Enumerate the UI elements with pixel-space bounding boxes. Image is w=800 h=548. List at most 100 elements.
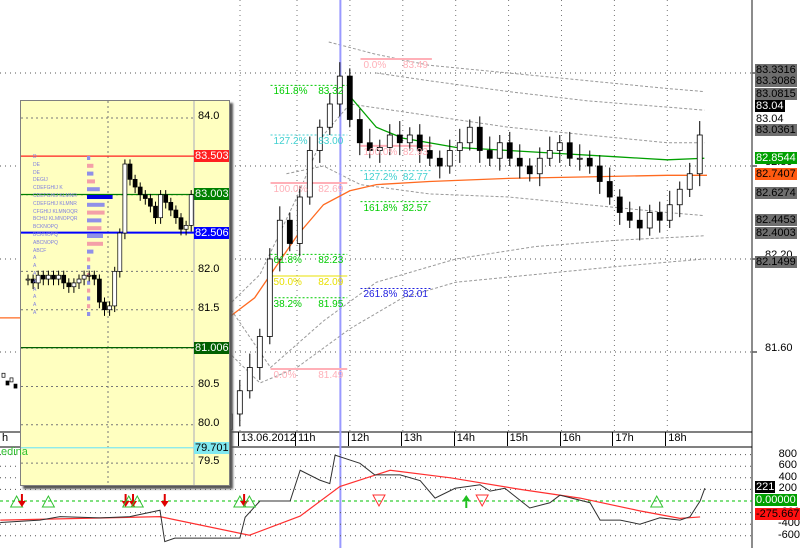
- candle-body: [676, 188, 683, 206]
- inset-candle-body: [168, 202, 174, 211]
- inset-candle-body: [137, 186, 143, 196]
- fib-level-price: 82.01: [402, 289, 428, 301]
- fib-level-price: 83.00: [318, 136, 344, 147]
- market-profile-bar: [87, 280, 91, 285]
- fib-level-percent: 38.2%: [273, 298, 302, 310]
- market-profile-row: ABCF: [33, 247, 47, 254]
- market-profile-bar: [87, 296, 91, 301]
- inset-candle-body: [76, 278, 82, 284]
- inset-candle-body: [112, 271, 118, 307]
- time-axis-label: 13.06.2012: [237, 432, 296, 446]
- candle-body: [5, 380, 10, 386]
- candle-body: [656, 212, 663, 221]
- market-profile-row: A: [33, 286, 37, 293]
- inset-candle-body: [81, 274, 87, 280]
- inset-candle-body: [142, 194, 148, 199]
- time-axis-label: h: [2, 432, 9, 444]
- fib-level-price: 83.49: [402, 60, 428, 72]
- candle-body: [556, 142, 563, 151]
- market-profile-bar: [87, 312, 91, 316]
- indicator-axis-label: 800: [778, 447, 797, 460]
- candle-body: [686, 173, 693, 190]
- fib-level-percent: 61.8%: [273, 255, 302, 267]
- price-tag: 82.6274: [755, 187, 797, 199]
- candle-body: [606, 181, 613, 198]
- inset-chart-window[interactable]: 84.0 82.0 81.5 80.5 80.0 79.5 83.503 83.003 82.5…: [20, 100, 230, 486]
- market-profile-row: A: [33, 310, 37, 316]
- candle-body: [396, 134, 403, 144]
- candle-body: [536, 157, 543, 175]
- time-axis-label: 17h: [612, 432, 634, 446]
- fib-level-percent: 100.0%: [273, 184, 308, 196]
- fib-level-percent: 127.2%: [273, 136, 308, 147]
- fib-level-percent: 0.0%: [273, 370, 297, 382]
- candle-body: [526, 165, 533, 175]
- market-profile-row: A: [33, 294, 37, 301]
- indicator-value-tag: -275.667: [755, 508, 800, 520]
- down-arrow-icon: [160, 494, 169, 507]
- candle-body: [626, 212, 633, 221]
- candle-body: [666, 204, 673, 221]
- inset-candle-body: [35, 274, 41, 284]
- candle-body: [386, 134, 393, 148]
- candle-body: [616, 196, 623, 213]
- time-axis-label: 15h: [506, 432, 528, 446]
- inset-candle-body: [25, 278, 31, 281]
- fib-level-price: 82.69: [318, 184, 344, 196]
- inset-level-tag: 83.003: [194, 188, 229, 201]
- indicator-axis-label: 600: [778, 459, 797, 472]
- inset-candle-body: [188, 194, 194, 226]
- fib-level-percent: 100.0%: [363, 146, 398, 158]
- envelope-band: [376, 72, 705, 111]
- inset-candle-body: [40, 274, 46, 280]
- inset-level-tag: 83.503: [194, 150, 229, 163]
- inset-candle-body: [117, 232, 123, 272]
- price-tag: 82.1499: [755, 256, 797, 268]
- market-profile-bar: [87, 257, 91, 262]
- candle-body: [286, 219, 293, 244]
- candle-body: [326, 103, 333, 128]
- market-profile-row: A: [33, 302, 37, 309]
- market-profile-row: A: [33, 278, 37, 285]
- price-tag: 82.4453: [755, 214, 797, 226]
- inset-candle-body: [183, 225, 189, 230]
- fib-level-price: 82.57: [402, 202, 428, 214]
- candle-body: [546, 150, 553, 159]
- fib-level-price: 81.49: [318, 370, 344, 382]
- fib-level-percent: 50.0%: [273, 277, 302, 289]
- inset-level-tag: 81.006: [194, 341, 229, 354]
- candle-body: [406, 134, 413, 144]
- market-profile-row: DEGIJ: [33, 177, 48, 184]
- market-profile-row: A: [33, 271, 37, 277]
- candle-body: [456, 142, 463, 151]
- inset-axis-label: 80.5: [198, 378, 220, 391]
- fib-level-price: 82.23: [318, 255, 344, 267]
- market-profile-bar: [87, 234, 103, 238]
- time-axis-label: 12h: [347, 432, 369, 446]
- fib-level-percent: 0.0%: [363, 60, 387, 72]
- inset-candle-body: [86, 274, 92, 277]
- candle-body: [646, 212, 653, 229]
- inset-candle-body: [91, 274, 97, 280]
- candle-body: [506, 142, 513, 159]
- market-profile-bar: [87, 179, 95, 184]
- market-profile-bar: [87, 171, 94, 176]
- fib-level-price: 83.32: [318, 86, 344, 98]
- candle-body: [266, 258, 273, 337]
- candle-body: [9, 377, 14, 383]
- inset-candle-body: [127, 163, 133, 180]
- market-profile-bar: [87, 241, 103, 246]
- candle-body: [586, 157, 593, 167]
- price-axis-label: 81.60: [765, 342, 793, 354]
- time-axis-label: 16h: [559, 432, 581, 446]
- inset-candle-body: [158, 194, 163, 219]
- inset-axis-label: 84.0: [198, 110, 220, 122]
- candle-body: [476, 126, 483, 151]
- market-profile-row: D: [33, 154, 37, 160]
- price-tag: 82.7407: [755, 168, 797, 180]
- fib-level-percent: 161.8%: [273, 86, 308, 98]
- price-tag: 83.04: [755, 100, 785, 112]
- price-tag: 83.0815: [755, 88, 797, 100]
- candle-body: [486, 150, 493, 159]
- candle-body: [276, 219, 283, 260]
